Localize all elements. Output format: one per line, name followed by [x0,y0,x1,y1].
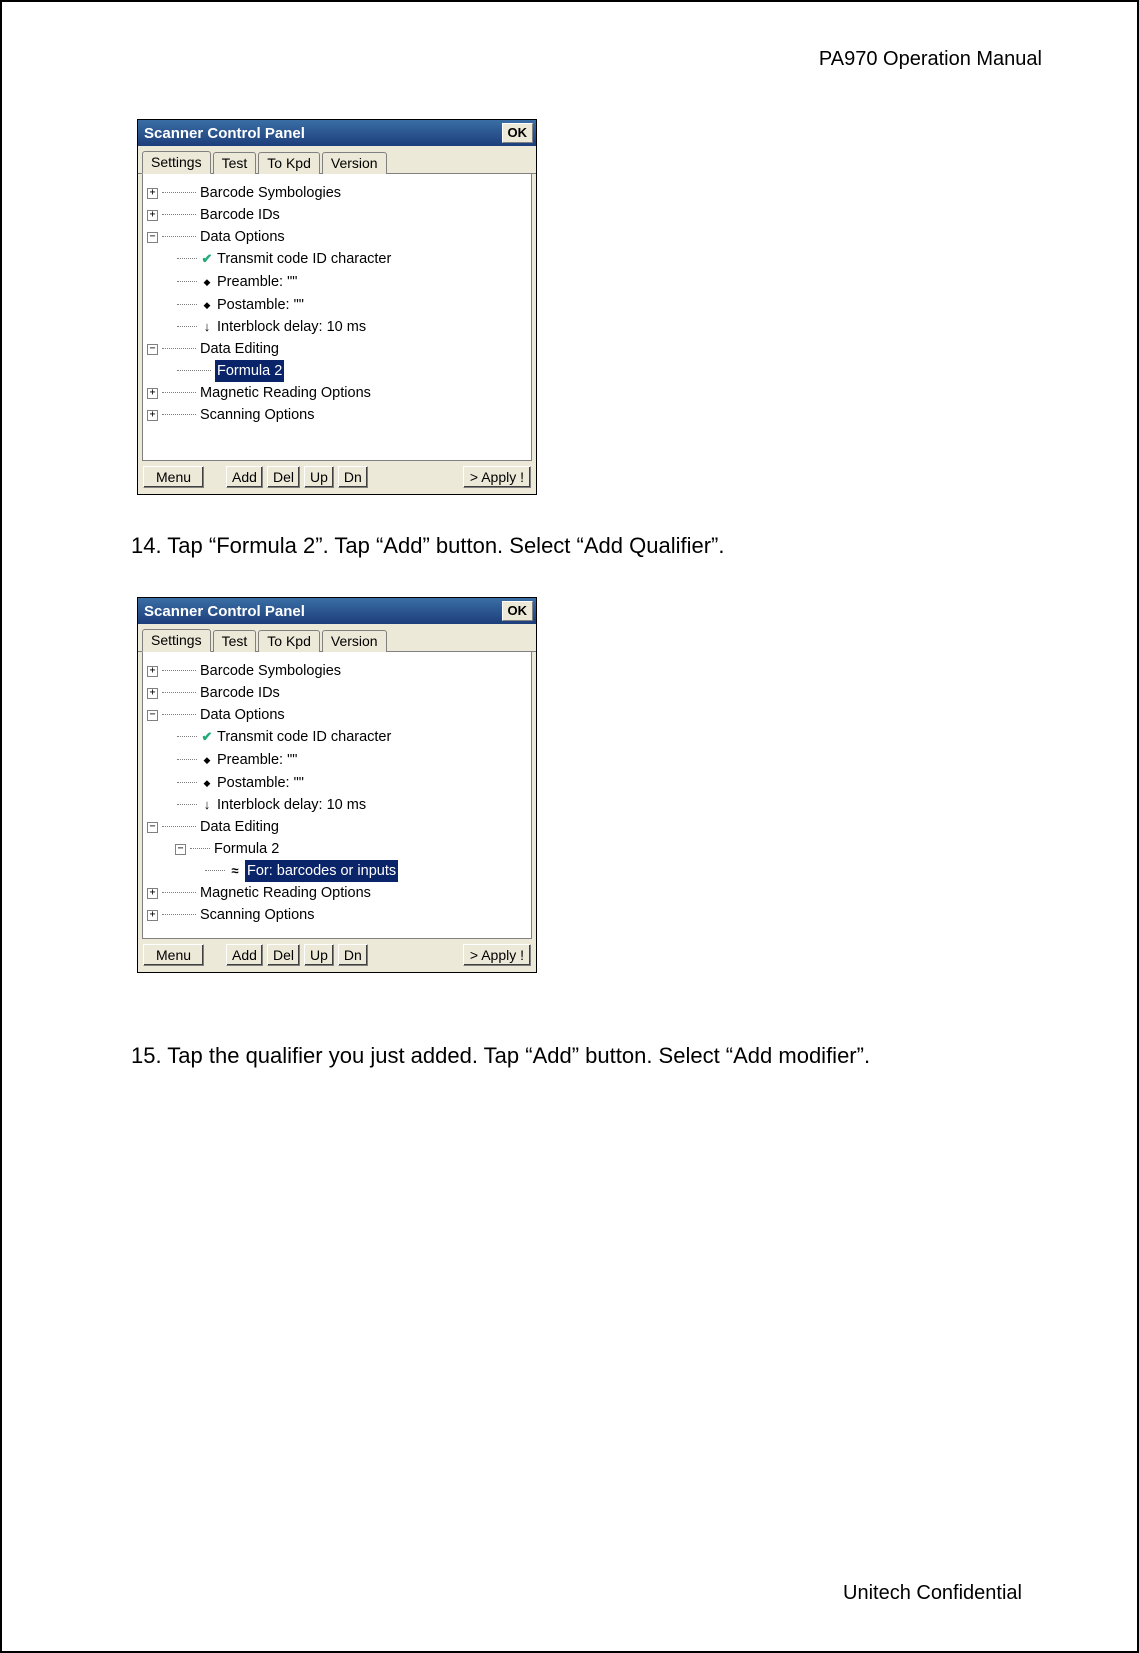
scanner-window-1: Scanner Control Panel OK Settings Test T… [137,119,537,495]
menu-button[interactable]: Menu [143,466,204,488]
ok-button[interactable]: OK [502,601,534,621]
window-title: Scanner Control Panel [144,125,499,142]
add-button[interactable]: Add [226,466,263,488]
expand-icon[interactable]: + [147,688,158,699]
collapse-icon[interactable]: − [147,344,158,355]
collapse-icon[interactable]: − [147,710,158,721]
up-button[interactable]: Up [304,944,334,966]
approx-icon [229,860,241,882]
collapse-icon[interactable]: − [147,232,158,243]
tab-version[interactable]: Version [322,630,387,652]
dn-button[interactable]: Dn [338,944,368,966]
tree-item[interactable]: Scanning Options [200,904,314,926]
toolbar: Menu Add Del Up Dn > Apply ! [138,939,536,972]
dn-button[interactable]: Dn [338,466,368,488]
tree-item[interactable]: Transmit code ID character [217,248,391,270]
bullet-icon [201,293,213,316]
tab-version[interactable]: Version [322,152,387,174]
tab-test[interactable]: Test [213,630,257,652]
tree-view[interactable]: + Barcode Symbologies + Barcode IDs − Data … [142,652,532,939]
tab-settings[interactable]: Settings [142,629,211,652]
tab-settings[interactable]: Settings [142,151,211,174]
expand-icon[interactable]: + [147,410,158,421]
tree-item[interactable]: Data Editing [200,338,279,360]
del-button[interactable]: Del [267,944,300,966]
expand-icon[interactable]: + [147,188,158,199]
apply-button[interactable]: > Apply ! [463,944,531,966]
tree-item[interactable]: Preamble: "" [217,749,297,771]
tree-item[interactable]: Data Editing [200,816,279,838]
tree-item[interactable]: Postamble: "" [217,772,304,794]
arrow-down-icon [201,794,213,816]
tree-item[interactable]: Data Options [200,704,285,726]
del-button[interactable]: Del [267,466,300,488]
expand-icon[interactable]: + [147,388,158,399]
tree-item[interactable]: Postamble: "" [217,294,304,316]
toolbar: Menu Add Del Up Dn > Apply ! [138,461,536,494]
page-footer: Unitech Confidential [843,1582,1022,1605]
ok-button[interactable]: OK [502,123,534,143]
menu-button[interactable]: Menu [143,944,204,966]
tab-test[interactable]: Test [213,152,257,174]
add-button[interactable]: Add [226,944,263,966]
titlebar: Scanner Control Panel OK [138,120,536,146]
tree-view[interactable]: + Barcode Symbologies + Barcode IDs − Data … [142,174,532,461]
bullet-icon [201,748,213,771]
check-icon [201,248,213,270]
tree-item[interactable]: Transmit code ID character [217,726,391,748]
scanner-window-2: Scanner Control Panel OK Settings Test T… [137,597,537,973]
expand-icon[interactable]: + [147,888,158,899]
tree-item[interactable]: Magnetic Reading Options [200,382,371,404]
collapse-icon[interactable]: − [175,844,186,855]
tree-item[interactable]: Scanning Options [200,404,314,426]
expand-icon[interactable]: + [147,666,158,677]
tree-item-selected[interactable]: Formula 2 [215,360,284,382]
expand-icon[interactable]: + [147,910,158,921]
tree-item[interactable]: Interblock delay: 10 ms [217,794,366,816]
tab-row: Settings Test To Kpd Version [138,146,536,174]
titlebar: Scanner Control Panel OK [138,598,536,624]
tree-item[interactable]: Barcode Symbologies [200,182,341,204]
page-header: PA970 Operation Manual [137,48,1042,71]
window-title: Scanner Control Panel [144,603,499,620]
tree-item[interactable]: Interblock delay: 10 ms [217,316,366,338]
tree-item[interactable]: Barcode IDs [200,204,280,226]
bullet-icon [201,270,213,293]
tab-row: Settings Test To Kpd Version [138,624,536,652]
tab-tokpd[interactable]: To Kpd [258,630,320,652]
tree-item[interactable]: Formula 2 [214,838,279,860]
tree-item[interactable]: Barcode IDs [200,682,280,704]
expand-icon[interactable]: + [147,210,158,221]
step-14-text: 14. Tap “Formula 2”. Tap “Add” button. S… [131,533,1042,559]
step-15-text: 15. Tap the qualifier you just added. Ta… [131,1043,1042,1069]
tab-tokpd[interactable]: To Kpd [258,152,320,174]
up-button[interactable]: Up [304,466,334,488]
tree-item[interactable]: Preamble: "" [217,271,297,293]
check-icon [201,726,213,748]
arrow-down-icon [201,316,213,338]
tree-item[interactable]: Data Options [200,226,285,248]
collapse-icon[interactable]: − [147,822,158,833]
bullet-icon [201,771,213,794]
tree-item[interactable]: Barcode Symbologies [200,660,341,682]
tree-item-selected[interactable]: For: barcodes or inputs [245,860,398,882]
tree-item[interactable]: Magnetic Reading Options [200,882,371,904]
apply-button[interactable]: > Apply ! [463,466,531,488]
